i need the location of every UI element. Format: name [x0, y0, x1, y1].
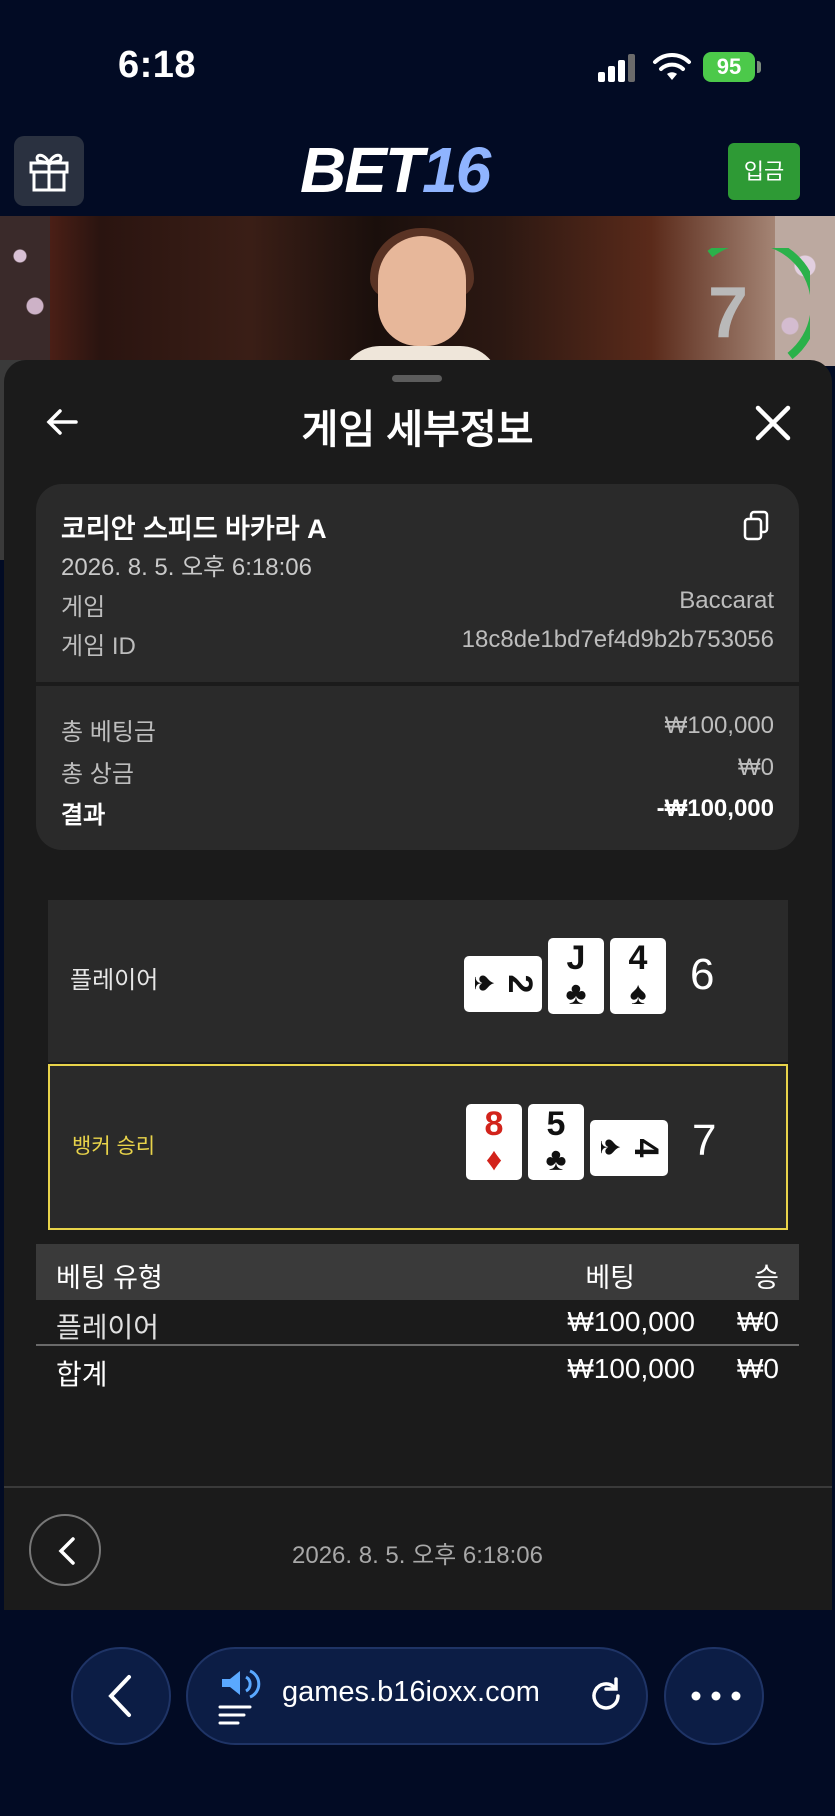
playing-card: 2 ♠ — [464, 956, 542, 1012]
player-hand-label: 플레이어 — [70, 967, 159, 994]
card-suit: ♠ — [468, 974, 504, 992]
card-suit: ♠ — [594, 1138, 630, 1156]
playing-card: J ♣ — [548, 938, 604, 1014]
more-dots-icon — [691, 1691, 741, 1701]
table-row: 플레이어 ₩100,000 ₩0 — [36, 1300, 799, 1344]
banker-hand-label: 뱅커 승리 — [72, 1135, 156, 1158]
copy-icon[interactable] — [742, 510, 770, 542]
total-win-label: 총 상금 — [61, 761, 134, 788]
gift-icon — [29, 153, 69, 192]
browser-more-button[interactable] — [664, 1647, 764, 1745]
cellular-signal-icon — [598, 54, 638, 82]
result-label: 결과 — [61, 802, 106, 829]
speaker-icon — [218, 1669, 261, 1725]
total-win-cell: ₩0 — [737, 1353, 779, 1384]
card-suit: ♦ — [485, 1141, 503, 1177]
card-rank: 5 — [546, 1105, 566, 1143]
card-rank: J — [566, 939, 586, 977]
close-icon[interactable] — [754, 404, 792, 442]
dealer-face — [378, 236, 466, 346]
bet-amount-cell: ₩100,000 — [567, 1306, 695, 1337]
game-id-label: 게임 ID — [61, 633, 136, 660]
deposit-button[interactable]: 입금 — [728, 143, 800, 200]
total-bet-cell: ₩100,000 — [567, 1353, 695, 1384]
bet-type-cell: 플레이어 — [56, 1312, 160, 1343]
game-id-value: 18c8de1bd7ef4d9b2b753056 — [461, 626, 774, 653]
status-bar: 6:18 95 — [0, 0, 835, 130]
card-rank: 2 — [501, 974, 539, 994]
game-type-value: Baccarat — [679, 587, 774, 614]
player-hand: 플레이어 2 ♠ J ♣ 4 ♠ 6 — [48, 900, 788, 1062]
gift-button[interactable] — [14, 136, 84, 206]
round-datetime: 2026. 8. 5. 오후 6:18:06 — [292, 1542, 543, 1569]
playing-card: 8 ♦ — [466, 1104, 522, 1180]
game-name: 코리안 스피드 바카라 A — [61, 514, 327, 544]
battery-cap — [757, 61, 761, 73]
playing-card: 4 ♠ — [610, 938, 666, 1014]
summary-card — [36, 686, 799, 850]
total-label-cell: 합계 — [56, 1359, 108, 1390]
card-suit: ♣ — [565, 975, 587, 1011]
url-text: games.b16ioxx.com — [282, 1676, 540, 1708]
footer-divider — [4, 1486, 832, 1488]
playing-card: 4 ♠ — [590, 1120, 668, 1176]
chevron-left-icon — [108, 1675, 131, 1717]
brand-logo[interactable]: BET16 — [300, 133, 491, 207]
countdown-timer: 7 — [708, 273, 749, 353]
sheet-drag-handle[interactable] — [392, 375, 442, 382]
playing-card: 5 ♣ — [528, 1104, 584, 1180]
win-amount-cell: ₩0 — [737, 1306, 779, 1337]
sheet-title: 게임 세부정보 — [301, 408, 534, 452]
browser-back-button[interactable] — [71, 1647, 171, 1745]
wifi-icon — [653, 52, 691, 80]
total-bet-value: ₩100,000 — [664, 712, 774, 739]
card-suit: ♣ — [545, 1141, 567, 1177]
total-bet-label: 총 베팅금 — [61, 719, 156, 746]
table-total-row: 합계 ₩100,000 ₩0 — [36, 1347, 799, 1391]
banker-hand: 뱅커 승리 8 ♦ 5 ♣ 4 ♠ 7 — [48, 1064, 788, 1230]
card-suit: ♠ — [629, 975, 647, 1011]
card-rank: 4 — [627, 1138, 665, 1158]
column-bet: 베팅 — [585, 1263, 635, 1293]
column-win: 승 — [754, 1263, 779, 1293]
result-value: -₩100,000 — [656, 795, 774, 822]
game-datetime: 2026. 8. 5. 오후 6:18:06 — [61, 554, 312, 581]
table-divider — [36, 1344, 799, 1346]
logo-number: 16 — [422, 134, 491, 206]
battery-indicator: 95 — [703, 52, 755, 82]
card-rank: 4 — [628, 939, 648, 977]
total-win-value: ₩0 — [738, 754, 774, 781]
logo-text: BET — [300, 134, 424, 206]
status-time: 6:18 — [118, 44, 197, 86]
game-type-label: 게임 — [61, 594, 106, 621]
card-rank: 8 — [484, 1105, 504, 1143]
reload-icon[interactable] — [588, 1649, 628, 1743]
blossom-decoration — [0, 216, 50, 366]
banker-score: 7 — [692, 1116, 717, 1165]
player-score: 6 — [690, 950, 715, 999]
bet-table-header: 베팅 유형 베팅 승 — [36, 1244, 799, 1300]
column-bet-type: 베팅 유형 — [56, 1263, 163, 1293]
